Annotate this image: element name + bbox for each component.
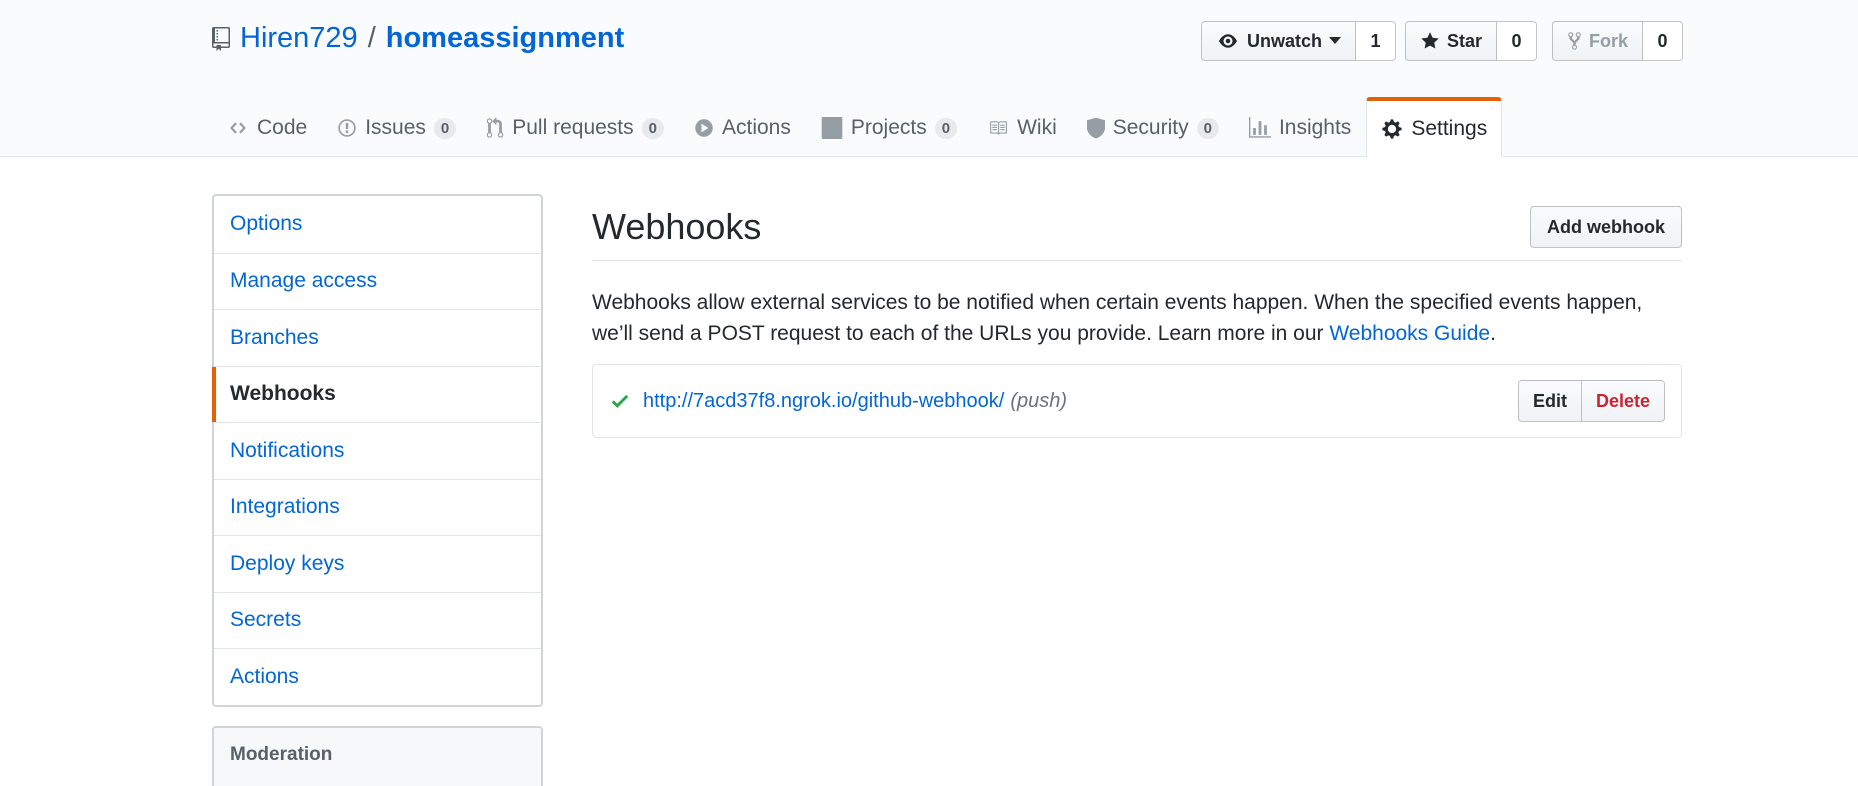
delete-button[interactable]: Delete — [1581, 380, 1665, 422]
star-group: Star 0 — [1405, 21, 1538, 61]
sidebar-item-webhooks[interactable]: Webhooks — [212, 365, 541, 423]
watchers-count[interactable]: 1 — [1356, 21, 1397, 61]
tab-actions[interactable]: Actions — [679, 98, 806, 156]
tab-label: Settings — [1411, 116, 1488, 140]
fork-label: Fork — [1589, 30, 1629, 51]
repo-nav: Code Issues 0 Pull requests 0 Actions Pr… — [212, 97, 1503, 157]
sidebar-item-actions[interactable]: Actions — [214, 648, 541, 705]
tab-pull-requests[interactable]: Pull requests 0 — [471, 98, 679, 156]
webhook-events: (push) — [1010, 389, 1068, 412]
fork-group: Fork 0 — [1552, 21, 1684, 61]
subhead: Webhooks Add webhook — [592, 194, 1682, 261]
forks-count[interactable]: 0 — [1643, 21, 1684, 61]
fork-button[interactable]: Fork — [1552, 21, 1644, 61]
issue-icon — [338, 119, 356, 137]
star-label: Star — [1447, 30, 1483, 51]
fork-icon — [1568, 32, 1581, 50]
unwatch-label: Unwatch — [1247, 30, 1323, 51]
tab-label: Wiki — [1017, 116, 1057, 139]
sidebar-item-deploy-keys[interactable]: Deploy keys — [214, 535, 541, 592]
tab-wiki[interactable]: Wiki — [972, 98, 1072, 156]
repo-header: Hiren729 / homeassignment Unwatch 1 Star… — [0, 0, 1858, 157]
eye-icon — [1219, 34, 1237, 48]
check-icon — [611, 394, 629, 408]
tab-label: Pull requests — [512, 116, 634, 139]
tab-settings[interactable]: Settings — [1366, 97, 1503, 157]
watch-group: Unwatch 1 — [1201, 21, 1397, 61]
graph-icon — [1248, 117, 1271, 138]
caret-down-icon — [1329, 37, 1342, 44]
star-button[interactable]: Star — [1405, 21, 1498, 61]
shield-icon — [1086, 117, 1105, 139]
tab-label: Issues — [365, 116, 426, 139]
pull-requests-count: 0 — [641, 117, 664, 139]
tab-label: Security — [1112, 116, 1189, 139]
webhook-url-link[interactable]: http://7acd37f8.ngrok.io/github-webhook/ — [643, 390, 1004, 413]
issues-count: 0 — [433, 117, 457, 139]
webhooks-description: Webhooks allow external services to be n… — [592, 287, 1682, 349]
repo-separator: / — [367, 22, 376, 54]
unwatch-button[interactable]: Unwatch — [1201, 21, 1357, 61]
star-icon — [1421, 32, 1439, 49]
sidebar-item-integrations[interactable]: Integrations — [214, 478, 541, 536]
tab-insights[interactable]: Insights — [1234, 98, 1366, 156]
webhook-list-item: http://7acd37f8.ngrok.io/github-webhook/… — [592, 364, 1682, 438]
pull-request-icon — [487, 117, 504, 138]
sidebar-item-secrets[interactable]: Secrets — [214, 591, 541, 649]
tab-label: Projects — [850, 116, 927, 139]
tab-code[interactable]: Code — [212, 98, 322, 156]
add-webhook-button[interactable]: Add webhook — [1530, 206, 1682, 248]
security-count: 0 — [1196, 117, 1219, 139]
webhook-actions: Edit Delete — [1517, 380, 1665, 422]
sidebar-item-manage-access[interactable]: Manage access — [214, 252, 541, 310]
project-icon — [821, 117, 843, 139]
tab-projects[interactable]: Projects 0 — [806, 98, 972, 156]
tab-label: Insights — [1278, 116, 1352, 139]
tab-label: Actions — [722, 116, 791, 139]
page-title: Webhooks — [592, 206, 762, 247]
gear-icon — [1382, 118, 1402, 139]
repo-title: Hiren729 / homeassignment — [212, 22, 624, 55]
tab-label: Code — [257, 116, 308, 139]
webhook-info: http://7acd37f8.ngrok.io/github-webhook/… — [611, 390, 1067, 413]
repo-icon — [212, 26, 230, 51]
sidebar-item-notifications[interactable]: Notifications — [214, 422, 541, 479]
moderation-header: Moderation — [212, 726, 543, 786]
settings-sidebar: Options Manage access Branches Webhooks … — [212, 194, 543, 707]
projects-count: 0 — [934, 117, 958, 139]
repo-owner-link[interactable]: Hiren729 — [240, 22, 358, 55]
repo-name-link[interactable]: homeassignment — [386, 22, 625, 55]
sidebar-item-branches[interactable]: Branches — [214, 309, 541, 366]
code-icon — [230, 122, 246, 134]
tab-security[interactable]: Security 0 — [1072, 98, 1234, 156]
sidebar-item-options[interactable]: Options — [214, 196, 541, 253]
webhooks-guide-link[interactable]: Webhooks Guide — [1329, 322, 1490, 345]
book-icon — [990, 121, 1008, 135]
webhooks-main: Webhooks Add webhook Webhooks allow exte… — [592, 194, 1682, 438]
play-icon — [695, 119, 713, 137]
tab-issues[interactable]: Issues 0 — [322, 98, 471, 156]
description-end: . — [1490, 322, 1496, 345]
edit-button[interactable]: Edit — [1517, 380, 1582, 422]
stars-count[interactable]: 0 — [1497, 21, 1538, 61]
